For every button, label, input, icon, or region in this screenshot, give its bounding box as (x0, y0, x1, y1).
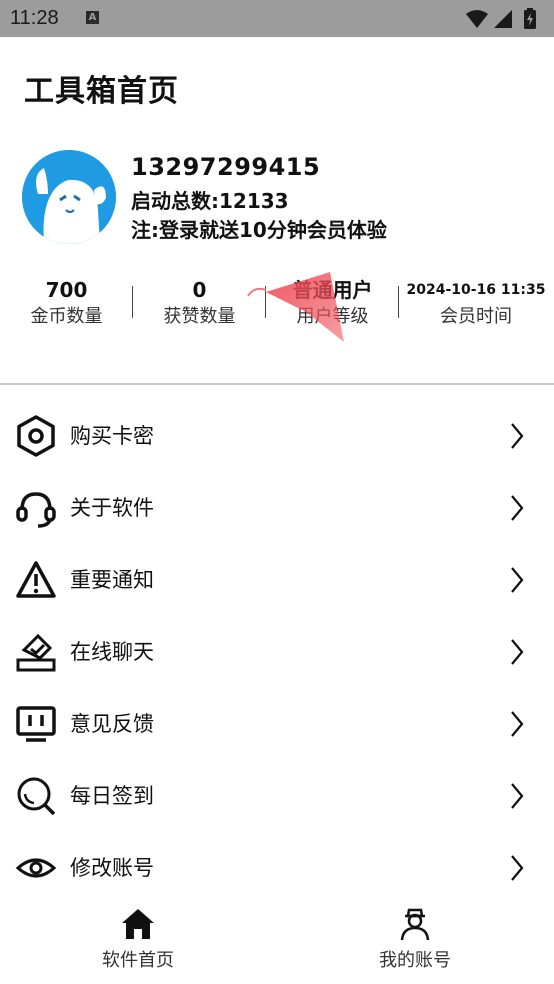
hexagon-icon (17, 415, 55, 457)
warning-icon (16, 561, 56, 598)
chevron-right-icon (511, 495, 524, 521)
avatar-ghost-icon (22, 150, 116, 244)
chevron-right-icon (511, 855, 524, 881)
signal-icon (494, 10, 512, 28)
wifi-icon (466, 10, 488, 28)
stat-value: 普通用户 (292, 278, 373, 302)
menu-item-buy-card[interactable]: 购买卡密 (0, 400, 554, 470)
menu-label: 在线聊天 (70, 640, 154, 664)
chevron-right-icon (511, 423, 524, 449)
stats-row: 700 金币数量 0 获赞数量 普通用户 用户等级 2024-10-16 11:… (0, 276, 554, 336)
stat-label: 获赞数量 (163, 306, 236, 327)
menu-label: 每日签到 (70, 784, 154, 808)
chevron-right-icon (511, 639, 524, 665)
menu-item-notice[interactable]: 重要通知 (0, 544, 554, 614)
menu-item-chat[interactable]: 在线聊天 (0, 616, 554, 686)
stat-label: 用户等级 (296, 306, 369, 327)
login-note: 注:登录就送10分钟会员体验 (131, 218, 387, 242)
stat-label: 会员时间 (440, 306, 512, 327)
stat-user-level: 普通用户 用户等级 (266, 276, 399, 330)
menu-label: 意见反馈 (70, 712, 154, 736)
search-icon (17, 777, 56, 816)
stat-label: 金币数量 (30, 306, 103, 327)
eye-icon (15, 858, 57, 878)
menu-item-edit-account[interactable]: 修改账号 (0, 832, 554, 902)
stat-likes: 0 获赞数量 (133, 276, 266, 330)
ballot-icon (16, 633, 56, 672)
tab-account[interactable]: 我的账号 (315, 900, 515, 972)
home-icon (122, 909, 154, 939)
stat-value: 2024-10-16 11:35 (406, 282, 546, 298)
menu-label: 修改账号 (70, 856, 154, 880)
tab-label: 软件首页 (102, 950, 174, 971)
user-info: 13297299415 启动总数:12133 注:登录就送10分钟会员体验 (131, 153, 387, 243)
system-icons (466, 8, 536, 29)
stat-member-time: 2024-10-16 11:35 会员时间 (398, 276, 554, 330)
launch-count: 启动总数:12133 (131, 189, 289, 213)
user-phone: 13297299415 (131, 153, 321, 181)
status-bar: 11:28 A (0, 0, 554, 37)
stat-value: 0 (192, 278, 207, 302)
headset-icon (16, 492, 56, 528)
chevron-right-icon (511, 783, 524, 809)
menu-item-checkin[interactable]: 每日签到 (0, 760, 554, 830)
status-time: 11:28 (10, 7, 59, 29)
monitor-icon (16, 706, 56, 742)
stat-value: 700 (45, 278, 88, 302)
menu-item-about[interactable]: 关于软件 (0, 472, 554, 542)
chevron-right-icon (511, 567, 524, 593)
chevron-right-icon (511, 711, 524, 737)
page-title: 工具箱首页 (24, 74, 179, 109)
menu-label: 重要通知 (70, 568, 154, 592)
menu-label: 关于软件 (70, 496, 154, 520)
user-icon (400, 908, 430, 941)
menu-label: 购买卡密 (70, 424, 154, 448)
section-divider (0, 383, 554, 385)
bottom-nav: 软件首页 我的账号 (0, 900, 554, 984)
stat-coins: 700 金币数量 (0, 276, 133, 330)
tab-label: 我的账号 (379, 950, 451, 971)
menu-item-feedback[interactable]: 意见反馈 (0, 688, 554, 758)
tab-home[interactable]: 软件首页 (38, 900, 238, 972)
battery-icon (524, 8, 536, 29)
avatar[interactable] (22, 150, 116, 244)
notification-icon: A (86, 11, 99, 24)
